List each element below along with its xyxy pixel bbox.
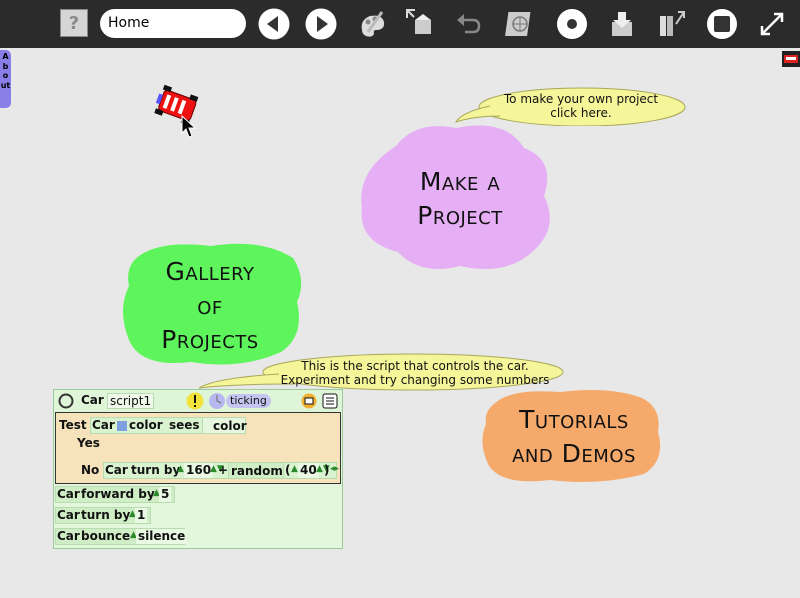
back-button[interactable] [256, 6, 292, 42]
script-object-name: Car [81, 393, 104, 407]
no-value[interactable]: 160 [184, 463, 214, 478]
gallery-label[interactable]: Gallery of Projects [140, 255, 280, 357]
command-row[interactable]: Car turn by ▲▼ 1 [55, 507, 151, 527]
script-menu-icon[interactable] [58, 393, 74, 409]
fullscreen-icon [760, 12, 784, 36]
load-project-button[interactable] [604, 6, 640, 42]
no-object[interactable]: Car [105, 462, 128, 479]
command-label: turn by [81, 508, 131, 522]
object-catalog-button[interactable] [403, 6, 439, 42]
record-icon [557, 9, 587, 39]
sees-color-swatch[interactable] [117, 421, 127, 431]
project-tray-icon[interactable] [782, 51, 800, 67]
make-project-tip-text: To make your own project click here. [503, 92, 659, 120]
close-paren: ) [324, 463, 330, 477]
command-value[interactable]: 5 [159, 487, 172, 502]
test-block[interactable]: Test Car color sees color Yes No Car tur… [55, 412, 341, 484]
publish-button[interactable] [502, 6, 538, 42]
test-color-label: color [129, 418, 163, 432]
hand-icon[interactable] [300, 393, 318, 409]
plus-operator: + [218, 463, 229, 477]
forward-button[interactable] [303, 6, 339, 42]
help-icon: ? [68, 12, 80, 34]
publish-icon [505, 12, 531, 36]
mouse-cursor-icon [181, 115, 197, 138]
command-value[interactable]: 1 [135, 508, 148, 523]
command-label: forward by [81, 487, 155, 501]
supplies-icon [660, 11, 685, 36]
load-project-icon [612, 12, 632, 36]
forward-arrow-icon [305, 8, 337, 40]
test-sees-label: sees [169, 418, 200, 432]
about-flap-tab[interactable]: About [0, 50, 11, 108]
command-object[interactable]: Car [57, 507, 80, 524]
arrow-right-icon[interactable]: ◂▸ [330, 464, 339, 474]
tutorials-label[interactable]: Tutorials and Demos [492, 403, 656, 471]
back-arrow-icon [258, 8, 290, 40]
object-catalog-icon [406, 9, 431, 34]
exclamation-icon[interactable] [186, 392, 204, 410]
make-project-label[interactable]: Make a Project [380, 165, 540, 233]
command-object[interactable]: Car [57, 486, 80, 503]
undo-icon [457, 14, 481, 34]
no-command: turn by [131, 463, 181, 477]
stop-icon [707, 9, 737, 39]
script-editor[interactable]: Car script1 ticking Test Car color sees … [53, 389, 343, 549]
stop-button[interactable] [704, 6, 740, 42]
paint-icon [361, 11, 385, 37]
toolbar: ? Home [0, 0, 800, 48]
supplies-button[interactable] [654, 6, 690, 42]
test-label: Test [59, 418, 87, 432]
car-sprite[interactable] [154, 84, 206, 140]
random-label[interactable]: random [228, 462, 284, 479]
test-color2-label[interactable]: color [202, 417, 247, 434]
script-status-badge[interactable]: ticking [226, 394, 271, 408]
help-button[interactable]: ? [60, 9, 88, 37]
test-object[interactable]: Car [92, 417, 115, 434]
clock-icon[interactable] [208, 392, 226, 410]
no-label: No [81, 463, 100, 477]
undo-button[interactable] [451, 6, 487, 42]
record-button[interactable] [554, 6, 590, 42]
paint-button[interactable] [354, 6, 390, 42]
command-label: bounce [81, 529, 131, 543]
location-field[interactable]: Home [100, 9, 246, 38]
command-object[interactable]: Car [57, 528, 80, 545]
command-row[interactable]: Car forward by ▲▼ 5 [55, 486, 175, 506]
yes-label: Yes [77, 436, 100, 450]
command-row[interactable]: Car bounce ▲▼ silence [55, 528, 188, 548]
script-name-field[interactable]: script1 [107, 393, 155, 409]
command-value[interactable]: silence [136, 529, 188, 544]
fullscreen-button[interactable] [754, 6, 790, 42]
script-tip-text: This is the script that controls the car… [280, 359, 550, 387]
script-header: Car script1 ticking [54, 390, 342, 412]
script-menu-list-icon[interactable] [322, 393, 338, 409]
open-paren: ( [285, 463, 291, 477]
